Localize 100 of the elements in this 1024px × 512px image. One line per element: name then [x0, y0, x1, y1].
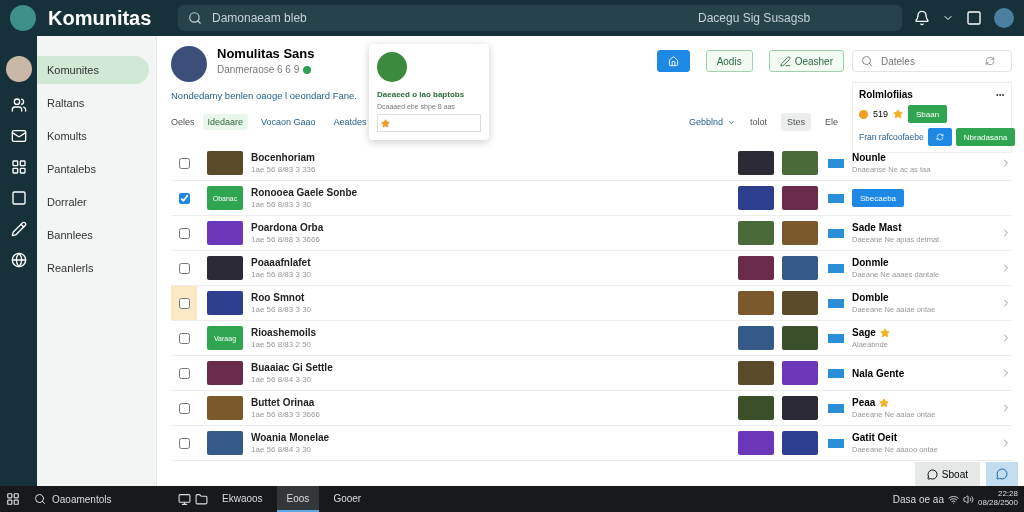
sidebar-item[interactable]: Komunites — [37, 56, 149, 84]
row-title: Bocenhoriam — [251, 152, 316, 163]
grid-icon[interactable] — [10, 159, 27, 175]
photo-placeholder — [782, 256, 818, 280]
row-checkbox[interactable] — [178, 367, 190, 379]
side-title: Domble — [852, 292, 889, 303]
side-button[interactable]: Sbecaeba — [852, 189, 905, 207]
card-count: 519 — [873, 109, 889, 119]
user-avatar[interactable] — [994, 8, 1014, 28]
tag-icon — [828, 333, 844, 343]
coin-icon — [859, 109, 868, 119]
row-checkbox[interactable] — [178, 227, 190, 239]
refresh-icon[interactable] — [985, 56, 995, 66]
user-avatar[interactable] — [5, 56, 32, 82]
home-button[interactable] — [656, 50, 690, 72]
tag-icon — [828, 263, 844, 273]
tag-icon — [828, 438, 844, 448]
tag-icon — [828, 403, 844, 413]
popup-avatar — [377, 52, 407, 82]
app-title: Komunitas — [48, 6, 153, 30]
profile-description: Nondedamy benlen oaoge l oeondard Fane. — [171, 90, 357, 101]
view-tab[interactable]: tolot — [743, 113, 773, 131]
star-icon — [879, 327, 890, 338]
photo-placeholder — [207, 291, 243, 315]
clock-time: 22:28 — [996, 490, 1018, 499]
row-checkbox[interactable] — [178, 157, 190, 169]
sidebar-item[interactable]: Pantalebs — [37, 155, 149, 183]
taskbar-search[interactable]: Oaoamentols — [52, 493, 112, 505]
notification-icon[interactable] — [914, 10, 930, 26]
wifi-icon — [947, 493, 959, 505]
side-title: Gatit Oeit — [852, 432, 897, 443]
search-field[interactable]: Damonaeam bleb — [210, 10, 510, 26]
taskbar-app[interactable]: Ekwaoos — [212, 486, 273, 512]
card-title: Rolmlofiias — [859, 89, 913, 100]
float-button[interactable]: Sboat — [914, 462, 980, 486]
taskbar-app[interactable]: Eoos — [276, 486, 320, 512]
row-title: Poaaafnlafet — [251, 257, 312, 268]
row-title: Woania Monelae — [251, 432, 331, 443]
row-meta: 1ae 56 8/83 3 30 — [251, 200, 313, 209]
view-tab[interactable]: Stes — [780, 113, 811, 131]
start-icon[interactable] — [6, 492, 20, 506]
refresh-button[interactable] — [927, 128, 952, 146]
filter-chip[interactable]: Idedaare — [202, 114, 249, 130]
sidebar-item[interactable]: Bannlees — [37, 221, 149, 249]
taskbar-app[interactable]: Gooer — [323, 486, 372, 512]
filter-chip[interactable]: Aeatdes — [328, 114, 372, 130]
row-checkbox[interactable] — [178, 192, 190, 204]
search-bar[interactable]: Dateles — [852, 50, 1012, 72]
photo-placeholder — [207, 431, 243, 455]
row-checkbox[interactable] — [178, 437, 190, 449]
home-icon — [667, 55, 679, 67]
photo-placeholder — [738, 431, 774, 455]
chat-icon — [996, 468, 1008, 480]
photo-placeholder — [738, 291, 774, 315]
photo-placeholder — [782, 396, 818, 420]
pencil-icon[interactable] — [10, 221, 27, 237]
row-checkbox[interactable] — [178, 332, 190, 344]
action-button[interactable]: Oeasher — [768, 50, 844, 72]
sidebar-item[interactable]: Komults — [37, 122, 149, 150]
row-checkbox[interactable] — [178, 262, 190, 274]
row-meta: 1ae 56 8/84 3 30 — [251, 375, 313, 384]
clock-date: 08/28/2500 — [977, 499, 1018, 508]
sort-dropdown[interactable]: Gebblnd — [688, 117, 736, 127]
row-checkbox[interactable] — [178, 402, 190, 414]
photo-placeholder — [207, 396, 243, 420]
row-title: Rioashemoils — [251, 327, 318, 338]
mail-icon[interactable] — [10, 128, 27, 144]
search-field[interactable]: Dateles — [879, 54, 979, 68]
square-icon[interactable] — [966, 10, 982, 26]
star-icon — [893, 109, 904, 119]
search-bar[interactable]: Damonaeam bleb Dacegu Sig Susagsb — [178, 5, 902, 31]
search-icon[interactable] — [34, 493, 46, 505]
star-icon — [381, 118, 390, 128]
card-link[interactable]: Fran rafcoofaebe — [859, 132, 924, 142]
star-icon — [879, 397, 890, 408]
side-title: Nala Gente — [852, 367, 905, 379]
tag-icon — [828, 193, 844, 203]
profile-handle: Danmeraose 6 6 9 — [217, 64, 300, 75]
sidebar-item[interactable]: Dorraler — [37, 188, 149, 216]
row-checkbox[interactable] — [178, 297, 190, 309]
search-icon — [861, 55, 873, 67]
side-title: Peaa — [852, 397, 876, 408]
action-button[interactable]: Aodis — [705, 50, 753, 72]
sidebar-item[interactable]: Raltans — [37, 89, 149, 117]
input-field[interactable] — [377, 114, 481, 132]
folder-icon[interactable] — [195, 492, 208, 506]
tag-icon — [828, 298, 844, 308]
tag-icon — [828, 158, 844, 168]
view-tab[interactable]: Ele — [819, 113, 844, 131]
desktop-icon[interactable] — [178, 492, 191, 506]
volume-icon — [962, 493, 974, 505]
photo-placeholder — [738, 221, 774, 245]
photo-placeholder — [782, 186, 818, 210]
square-icon[interactable] — [10, 190, 27, 206]
sidebar-item[interactable]: Reanlerls — [37, 254, 149, 282]
search-hint: Dacegu Sig Susagsb — [698, 11, 811, 25]
users-icon[interactable] — [10, 97, 27, 113]
filter-chip[interactable]: Vocaon Gaao — [256, 114, 321, 130]
chat-button[interactable] — [986, 462, 1018, 486]
globe-icon[interactable] — [10, 252, 27, 268]
